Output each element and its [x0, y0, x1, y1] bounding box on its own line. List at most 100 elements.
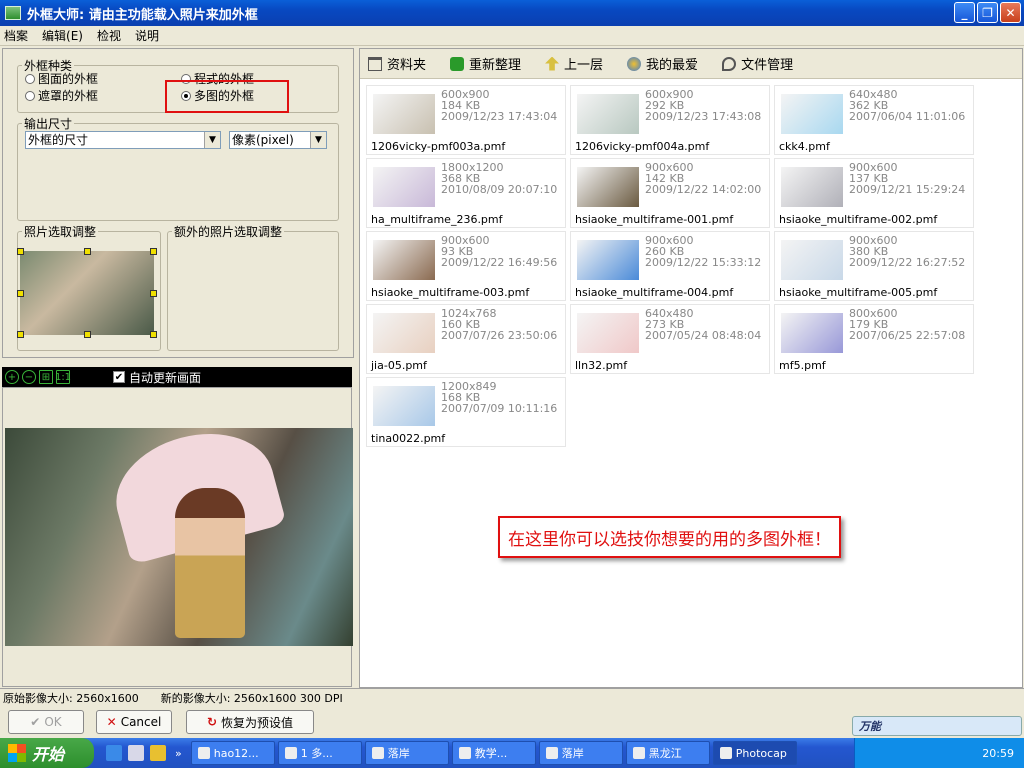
file-manager-button[interactable]: 文件管理 — [722, 54, 793, 73]
radio-dot — [25, 73, 35, 84]
app-icon — [5, 6, 21, 20]
crop-handle[interactable] — [17, 248, 24, 255]
person-shape — [175, 488, 245, 638]
file-meta: 900x600 93 KB 2009/12/22 16:49:56 — [441, 235, 557, 268]
crop-handle[interactable] — [17, 331, 24, 338]
refresh-button[interactable]: 重新整理 — [450, 54, 521, 73]
minimize-button[interactable]: _ — [954, 2, 975, 23]
taskbar-item[interactable]: 黑龙江 — [625, 741, 710, 765]
photo-selection-thumbnail[interactable] — [20, 251, 154, 335]
file-card[interactable]: 1800x1200 368 KB 2010/08/09 20:07:10 ha_mul… — [366, 158, 566, 228]
close-button[interactable]: ✕ — [1000, 2, 1021, 23]
taskbar-item[interactable]: 1 多... — [277, 741, 362, 765]
file-date: 2009/12/23 17:43:04 — [441, 110, 558, 123]
file-date: 2009/12/22 16:49:56 — [441, 256, 558, 269]
taskbar-item[interactable]: Photocap — [712, 741, 797, 765]
file-meta: 640x480 362 KB 2007/06/04 11:01:06 — [849, 89, 965, 122]
file-browser: 资料夹 重新整理 上一层 我的最爱 文件管理 600x900 184 KB 2009… — [359, 48, 1023, 688]
file-date: 2009/12/22 15:33:12 — [645, 256, 762, 269]
auto-update-label: 自动更新画面 — [129, 370, 202, 385]
crop-handle[interactable] — [150, 248, 157, 255]
file-card[interactable]: 1024x768 160 KB 2007/07/26 23:50:06 jia-05.… — [366, 304, 566, 374]
restore-button[interactable]: ❐ — [977, 2, 998, 23]
file-thumbnail — [577, 313, 639, 353]
zoom-in-icon[interactable]: + — [5, 370, 19, 384]
crop-handle[interactable] — [84, 248, 91, 255]
crop-handle[interactable] — [84, 331, 91, 338]
ok-label: OK — [44, 715, 62, 729]
radio-label: 遮罩的外框 — [38, 89, 99, 103]
system-tray: 20:59 — [854, 738, 1024, 768]
radio-dot — [25, 90, 35, 101]
file-name: tina0022.pmf — [371, 432, 446, 445]
file-meta: 900x600 142 KB 2009/12/22 14:02:00 — [645, 162, 761, 195]
taskbar-item[interactable]: hao12... — [190, 741, 275, 765]
favorites-label: 我的最爱 — [646, 58, 699, 73]
actual-size-icon[interactable]: 1:1 — [55, 370, 71, 384]
file-card[interactable]: 640x480 273 KB 2007/05/24 08:48:04 lln32.pm… — [570, 304, 770, 374]
menu-edit[interactable]: 编辑(E) — [42, 27, 83, 44]
start-button[interactable]: 开始 — [0, 738, 94, 768]
file-thumbnail — [577, 240, 639, 280]
file-card[interactable]: 900x600 137 KB 2009/12/21 15:29:24 hsiaoke_… — [774, 158, 974, 228]
taskbar-item[interactable]: 教学... — [451, 741, 536, 765]
select-value: 外框的尺寸 — [28, 133, 89, 147]
unit-select[interactable]: 像素(pixel) ▼ — [229, 131, 327, 149]
favorites-icon — [627, 56, 642, 71]
menu-file[interactable]: 档案 — [4, 27, 28, 44]
file-card[interactable]: 600x900 292 KB 2009/12/23 17:43:08 1206vick… — [570, 85, 770, 155]
preview-photo — [5, 417, 353, 646]
qq-icon[interactable] — [150, 745, 166, 761]
file-date: 2009/12/22 14:02:00 — [645, 183, 762, 196]
file-name: hsiaoke_multiframe-005.pmf — [779, 286, 938, 299]
clock[interactable]: 20:59 — [982, 747, 1014, 760]
fit-window-icon[interactable]: ⊞ — [39, 370, 53, 384]
ie-icon[interactable] — [106, 745, 122, 761]
cancel-x-icon: ✕ — [106, 715, 117, 729]
file-meta: 800x600 179 KB 2007/06/25 22:57:08 — [849, 308, 965, 341]
task-icon — [632, 747, 645, 759]
output-size-legend: 输出尺寸 — [24, 117, 73, 131]
favorites-button[interactable]: 我的最爱 — [627, 54, 698, 73]
title-bar: 外框大师: 请由主功能载入照片来加外框 _ ❐ ✕ — [0, 0, 1024, 26]
file-card[interactable]: 900x600 142 KB 2009/12/22 14:02:00 hsiaoke_… — [570, 158, 770, 228]
folder-icon — [368, 56, 382, 71]
up-button[interactable]: 上一层 — [545, 54, 603, 73]
cancel-button[interactable]: ✕ Cancel — [96, 710, 172, 734]
folder-button[interactable]: 资料夹 — [368, 54, 426, 73]
up-label: 上一层 — [564, 58, 604, 73]
file-card[interactable]: 800x600 179 KB 2007/06/25 22:57:08 mf5.pmf — [774, 304, 974, 374]
file-thumbnail — [577, 167, 639, 207]
file-thumbnail — [781, 167, 843, 207]
crop-handle[interactable] — [150, 290, 157, 297]
file-card[interactable]: 900x600 380 KB 2009/12/22 16:27:52 hsiaoke_… — [774, 231, 974, 301]
file-card[interactable]: 900x600 260 KB 2009/12/22 15:33:12 hsiaoke_… — [570, 231, 770, 301]
auto-update-checkbox[interactable]: ✔ — [113, 371, 125, 383]
file-card[interactable]: 900x600 93 KB 2009/12/22 16:49:56 hsiaoke_m… — [366, 231, 566, 301]
task-label: 落岸 — [387, 747, 410, 760]
menu-view[interactable]: 检视 — [97, 27, 121, 44]
file-thumbnail — [373, 240, 435, 280]
menu-help[interactable]: 说明 — [135, 27, 159, 44]
desktop-icon[interactable] — [128, 745, 144, 761]
crop-handle[interactable] — [150, 331, 157, 338]
file-card[interactable]: 600x900 184 KB 2009/12/23 17:43:04 1206vick… — [366, 85, 566, 155]
file-card[interactable]: 1200x849 168 KB 2007/07/09 10:11:16 tina002… — [366, 377, 566, 447]
radio-image-frame[interactable]: 图面的外框 — [25, 70, 98, 87]
frame-size-select[interactable]: 外框的尺寸 ▼ — [25, 131, 221, 149]
ok-button[interactable]: ✔ OK — [8, 710, 84, 734]
quicklaunch-more-icon[interactable]: » — [175, 747, 182, 760]
ime-toolbar[interactable]: 万能 — [852, 716, 1022, 736]
radio-mask-frame[interactable]: 遮罩的外框 — [25, 87, 98, 104]
browser-toolbar: 资料夹 重新整理 上一层 我的最爱 文件管理 — [360, 49, 1022, 79]
zoom-out-icon[interactable]: − — [22, 370, 36, 384]
folder-label: 资料夹 — [387, 58, 427, 73]
file-card[interactable]: 640x480 362 KB 2007/06/04 11:01:06 ckk4.pmf — [774, 85, 974, 155]
reset-defaults-button[interactable]: ↻ 恢复为预设值 — [186, 710, 314, 734]
taskbar-item[interactable]: 落岸 — [364, 741, 449, 765]
crop-handle[interactable] — [17, 290, 24, 297]
file-date: 2009/12/22 16:27:52 — [849, 256, 966, 269]
refresh-icon — [450, 56, 465, 71]
taskbar-item[interactable]: 落岸 — [538, 741, 623, 765]
task-list: hao12... 1 多... 落岸 教学... 落岸 黑龙江 Photocap — [188, 741, 797, 765]
